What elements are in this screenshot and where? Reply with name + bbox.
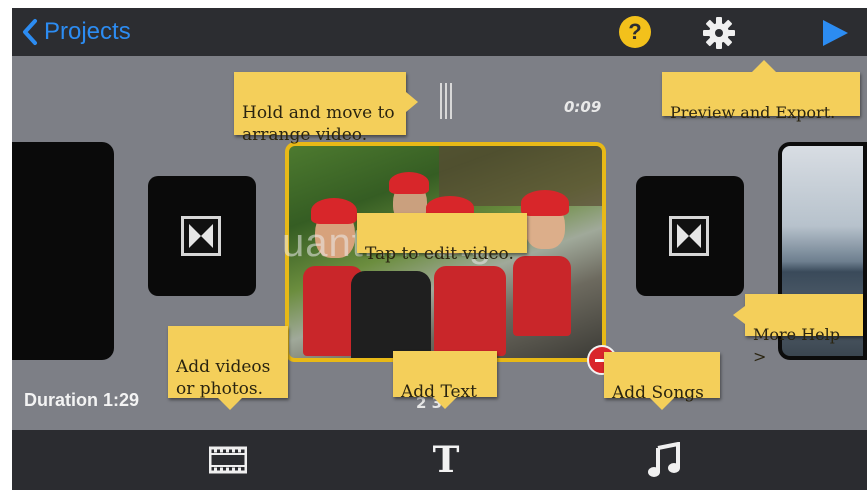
tip-add-videos-text: Add videos or photos. <box>176 357 271 399</box>
tip-preview-export: Preview and Export. <box>662 60 860 122</box>
transition-button[interactable] <box>148 176 256 296</box>
tip-add-songs: Add Songs <box>604 352 720 410</box>
playhead[interactable] <box>440 83 454 119</box>
film-strip-icon <box>209 446 247 474</box>
video-clip-previous[interactable] <box>12 142 114 360</box>
duration-label: Duration 1:29 <box>24 390 140 410</box>
tip-add-text: Add Text <box>393 351 497 409</box>
current-time: 0:09 <box>564 98 602 116</box>
tip-preview-export-text: Preview and Export. <box>670 103 836 122</box>
tip-tap-edit-text: Tap to edit video. <box>365 244 514 264</box>
back-button-label: Projects <box>44 18 131 45</box>
text-T-icon: T <box>432 439 460 481</box>
bottom-toolbar: T <box>12 430 867 490</box>
imovie-project-screen: Projects ? 0:09 Hold and move to arrange… <box>12 8 867 490</box>
add-video-button[interactable] <box>204 436 252 484</box>
chevron-left-icon <box>23 19 37 45</box>
bowtie-transition-icon <box>181 216 221 256</box>
tip-hold-move-text: Hold and move to arrange video. <box>242 103 395 145</box>
tip-hold-move: Hold and move to arrange video. <box>234 72 418 145</box>
back-to-projects-button[interactable]: Projects <box>22 14 131 50</box>
tip-add-videos: Add videos or photos. <box>168 326 288 410</box>
more-help-button[interactable]: More Help > <box>733 294 863 366</box>
music-note-icon <box>648 442 680 477</box>
gear-icon[interactable] <box>702 16 736 50</box>
help-button[interactable]: ? <box>619 16 651 48</box>
play-icon[interactable] <box>820 18 850 48</box>
bowtie-transition-icon <box>669 216 709 256</box>
tip-tap-edit: Tap to edit video. <box>357 213 527 264</box>
top-nav-bar: Projects ? <box>12 8 867 56</box>
add-music-button[interactable] <box>640 436 688 484</box>
add-text-button[interactable]: T <box>422 436 470 484</box>
transition-button[interactable] <box>636 176 744 296</box>
